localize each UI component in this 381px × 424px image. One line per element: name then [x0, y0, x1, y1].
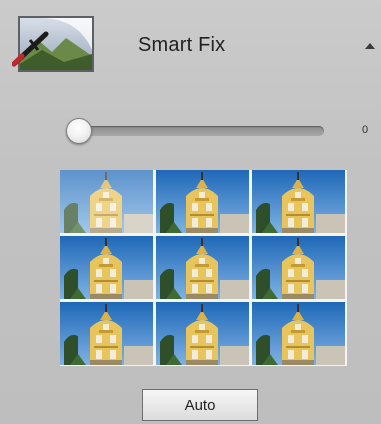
preview-thumbnail[interactable] [156, 302, 249, 365]
preview-thumbnail[interactable] [252, 302, 345, 365]
preview-thumbnail[interactable] [60, 170, 153, 233]
preview-thumbnail[interactable] [252, 170, 345, 233]
panel-title: Smart Fix [138, 34, 226, 56]
preview-thumbnail[interactable] [156, 170, 249, 233]
smart-fix-slider[interactable] [66, 118, 324, 144]
collapse-triangle-icon[interactable] [363, 38, 377, 49]
slider-track[interactable] [74, 126, 324, 136]
preview-thumbnail[interactable] [156, 236, 249, 299]
slider-thumb[interactable] [66, 118, 92, 144]
slider-value: 0 [362, 124, 369, 136]
preview-thumbnail[interactable] [60, 236, 153, 299]
auto-button[interactable]: Auto [142, 389, 258, 421]
smart-fix-tool-icon[interactable] [12, 10, 96, 72]
smart-fix-panel: Smart Fix 0 Auto [0, 0, 381, 424]
preview-thumbnail[interactable] [252, 236, 345, 299]
preview-thumbnail[interactable] [60, 302, 153, 365]
preview-grid [60, 170, 347, 366]
